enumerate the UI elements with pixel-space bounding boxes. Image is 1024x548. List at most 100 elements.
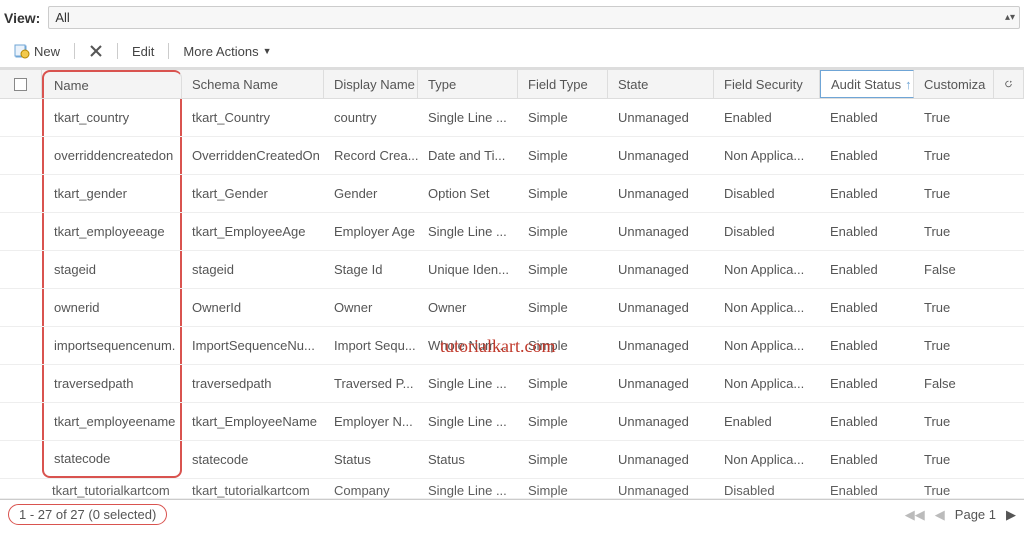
row-checkbox[interactable] xyxy=(0,175,42,212)
column-schema-name[interactable]: Schema Name xyxy=(182,70,324,98)
cell-display: Record Crea... xyxy=(324,137,418,174)
column-customizable[interactable]: Customiza xyxy=(914,70,994,98)
cell-field-security: Disabled xyxy=(714,479,820,498)
table-row[interactable]: tkart_countrytkart_CountrycountrySingle … xyxy=(0,99,1024,137)
cell-audit: Enabled xyxy=(820,479,914,498)
row-checkbox[interactable] xyxy=(0,327,42,364)
row-checkbox[interactable] xyxy=(0,403,42,440)
row-checkbox[interactable] xyxy=(0,441,42,478)
checkbox-icon[interactable] xyxy=(14,78,27,91)
row-checkbox[interactable] xyxy=(0,289,42,326)
first-page-button[interactable]: ◀◀ xyxy=(905,507,925,523)
new-button[interactable]: New xyxy=(10,41,64,61)
cell-field-type: Simple xyxy=(518,327,608,364)
cell-state: Unmanaged xyxy=(608,289,714,326)
cell-name: stageid xyxy=(42,251,182,288)
cell-type: Owner xyxy=(418,289,518,326)
cell-field-type: Simple xyxy=(518,289,608,326)
cell-name: tkart_employeeage xyxy=(42,213,182,250)
row-checkbox[interactable] xyxy=(0,213,42,250)
column-display-name[interactable]: Display Name xyxy=(324,70,418,98)
cell-field-security: Non Applica... xyxy=(714,251,820,288)
cell-field-type: Simple xyxy=(518,213,608,250)
cell-display: Import Sequ... xyxy=(324,327,418,364)
cell-schema: tkart_Gender xyxy=(182,175,324,212)
record-counter: 1 - 27 of 27 (0 selected) xyxy=(8,504,167,525)
cell-audit: Enabled xyxy=(820,403,914,440)
cell-schema: tkart_tutorialkartcom xyxy=(182,479,324,498)
row-checkbox[interactable] xyxy=(0,251,42,288)
cell-field-security: Non Applica... xyxy=(714,289,820,326)
cell-state: Unmanaged xyxy=(608,403,714,440)
cell-audit: Enabled xyxy=(820,99,914,136)
cell-state: Unmanaged xyxy=(608,327,714,364)
table-row[interactable]: tkart_employeenametkart_EmployeeNameEmpl… xyxy=(0,403,1024,441)
grid: Name Schema Name Display Name Type Field… xyxy=(0,68,1024,499)
column-field-security[interactable]: Field Security xyxy=(714,70,820,98)
cell-field-type: Simple xyxy=(518,441,608,478)
cell-name: tkart_country xyxy=(42,99,182,136)
column-state[interactable]: State xyxy=(608,70,714,98)
delete-button[interactable] xyxy=(85,42,107,60)
cell-field-type: Simple xyxy=(518,175,608,212)
cell-field-security: Disabled xyxy=(714,175,820,212)
column-checkbox[interactable] xyxy=(0,70,42,98)
next-page-button[interactable]: ▶ xyxy=(1006,507,1016,523)
row-checkbox[interactable] xyxy=(0,99,42,136)
cell-type: Unique Iden... xyxy=(418,251,518,288)
cell-audit: Enabled xyxy=(820,251,914,288)
column-audit-status[interactable]: Audit Status ↑ xyxy=(820,70,914,98)
cell-name: traversedpath xyxy=(42,365,182,402)
new-icon xyxy=(14,43,30,59)
refresh-button[interactable] xyxy=(994,70,1024,98)
table-row[interactable]: importsequencenum.ImportSequenceNu...Imp… xyxy=(0,327,1024,365)
edit-label: Edit xyxy=(132,44,154,59)
chevron-down-icon: ▼ xyxy=(263,46,272,56)
sort-asc-icon: ↑ xyxy=(905,77,912,92)
cell-schema: tkart_EmployeeName xyxy=(182,403,324,440)
cell-audit: Enabled xyxy=(820,213,914,250)
cell-customizable: True xyxy=(914,479,994,498)
cell-schema: traversedpath xyxy=(182,365,324,402)
cell-field-security: Non Applica... xyxy=(714,137,820,174)
cell-field-type: Simple xyxy=(518,403,608,440)
page-label: Page 1 xyxy=(955,507,996,522)
table-row[interactable]: traversedpathtraversedpathTraversed P...… xyxy=(0,365,1024,403)
view-select[interactable]: All ▴▾ xyxy=(48,6,1020,29)
row-checkbox[interactable] xyxy=(0,365,42,402)
cell-type: Single Line ... xyxy=(418,99,518,136)
cell-display: Gender xyxy=(324,175,418,212)
cell-state: Unmanaged xyxy=(608,365,714,402)
footer: 1 - 27 of 27 (0 selected) ◀◀ ◀ Page 1 ▶ xyxy=(0,499,1024,529)
table-row[interactable]: tkart_gendertkart_GenderGenderOption Set… xyxy=(0,175,1024,213)
table-row[interactable]: tkart_employeeagetkart_EmployeeAgeEmploy… xyxy=(0,213,1024,251)
toolbar: New Edit More Actions ▼ xyxy=(0,35,1024,68)
cell-audit: Enabled xyxy=(820,441,914,478)
cell-display: Status xyxy=(324,441,418,478)
more-actions-button[interactable]: More Actions ▼ xyxy=(179,42,275,61)
cell-name: ownerid xyxy=(42,289,182,326)
table-row[interactable]: overriddencreatedonOverriddenCreatedOnRe… xyxy=(0,137,1024,175)
new-label: New xyxy=(34,44,60,59)
cell-customizable: False xyxy=(914,251,994,288)
cell-field-security: Enabled xyxy=(714,403,820,440)
table-row[interactable]: owneridOwnerIdOwnerOwnerSimpleUnmanagedN… xyxy=(0,289,1024,327)
column-field-type[interactable]: Field Type xyxy=(518,70,608,98)
edit-button[interactable]: Edit xyxy=(128,42,158,61)
cell-name: statecode xyxy=(42,441,182,478)
table-row[interactable]: statecodestatecodeStatusStatusSimpleUnma… xyxy=(0,441,1024,479)
table-row[interactable]: tkart_tutorialkartcom tkart_tutorialkart… xyxy=(0,479,1024,499)
cell-type: Option Set xyxy=(418,175,518,212)
cell-name: importsequencenum. xyxy=(42,327,182,364)
cell-schema: tkart_EmployeeAge xyxy=(182,213,324,250)
column-type[interactable]: Type xyxy=(418,70,518,98)
table-row[interactable]: stageidstageidStage IdUnique Iden...Simp… xyxy=(0,251,1024,289)
cell-field-security: Disabled xyxy=(714,213,820,250)
cell-schema: OverriddenCreatedOn xyxy=(182,137,324,174)
cell-customizable: False xyxy=(914,365,994,402)
column-name[interactable]: Name xyxy=(42,70,182,98)
prev-page-button[interactable]: ◀ xyxy=(935,507,945,523)
delete-icon xyxy=(89,44,103,58)
row-checkbox[interactable] xyxy=(0,137,42,174)
cell-field-security: Enabled xyxy=(714,99,820,136)
